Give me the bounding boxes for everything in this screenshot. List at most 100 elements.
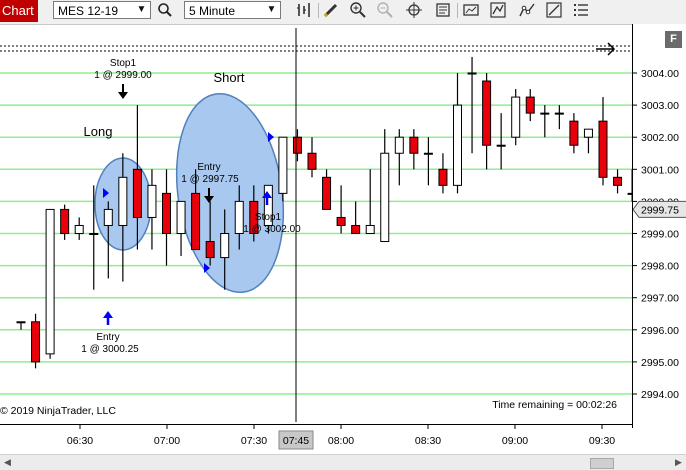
short-label: Short [213,70,244,85]
f-button[interactable]: F [665,31,682,48]
candle [613,169,623,194]
chevron-down-icon: ▼ [266,4,277,15]
price-plot-area[interactable]: Long Short Stop1 1 @ 2999.00 Entry 1 @ 3… [0,28,681,422]
candle-body [234,200,244,234]
candle [336,185,346,234]
properties-icon[interactable] [434,1,452,19]
search-icon[interactable] [156,1,174,19]
candle-body [60,208,70,235]
scroll-to-end-arrow-icon[interactable] [596,42,616,56]
short-entry-text: 1 @ 2997.75 [181,174,239,185]
strategies-icon[interactable] [462,1,480,19]
indicators-icon[interactable] [489,1,507,19]
x-tick-label: 08:30 [415,435,441,447]
candle-body [409,136,419,154]
candle [322,169,332,210]
long-stop-text: 1 @ 2999.00 [94,70,152,81]
long-entry-text: 1 @ 3000.25 [81,344,139,355]
candle-body [220,233,230,259]
candle-body [511,96,521,138]
candle [525,89,535,122]
candle [511,89,521,146]
y-tick-label: 2994.00 [641,389,679,401]
candle-body [31,321,41,363]
y-tick-label: 2995.00 [641,357,679,369]
current-price-label: 2999.75 [641,204,679,216]
interval-value: 5 Minute [189,4,236,18]
candle-body [380,152,390,243]
candle-body [423,152,433,155]
candle-body [598,120,608,178]
candle [423,137,433,186]
candle-body [394,136,404,154]
candle-body [453,104,462,186]
candle [176,200,186,256]
candle [540,105,550,138]
candle [292,129,302,162]
candle [45,208,55,359]
x-tick-label: 07:00 [154,435,180,447]
tools-icon[interactable] [518,1,536,19]
x-tick-label: 08:00 [328,435,354,447]
candle [278,136,288,202]
candle-body [132,168,142,218]
candlestick-chart: Long Short Stop1 1 @ 2999.00 Entry 1 @ 3… [0,28,681,422]
candle [583,128,593,154]
candle-body [438,168,448,186]
candle-body [292,136,302,154]
candle [74,217,84,240]
candle-body [365,224,375,235]
y-tick-label: 3004.00 [641,68,679,80]
candle-body [583,128,593,138]
candle-body [147,184,157,218]
candle-body [467,72,477,75]
price-axis-svg: 3004.003003.003002.003001.003000.002999.… [632,68,686,401]
pencil-icon[interactable] [322,1,340,19]
scroll-left-icon[interactable]: ◀ [0,455,15,470]
candle-body [336,216,346,226]
candle-body [191,192,201,251]
horizontal-scrollbar[interactable]: ◀ ▶ [0,454,686,470]
crosshair-icon[interactable] [405,1,423,19]
candle [409,129,419,170]
y-tick-label: 2997.00 [641,293,679,305]
interval-selector[interactable]: 5 Minute ▼ [184,1,281,19]
candle-body [45,208,55,355]
scrollbar-thumb[interactable] [590,458,614,469]
long-stop-title: Stop1 [110,58,137,69]
y-tick-label: 3003.00 [641,100,679,112]
zoom-in-icon[interactable] [349,1,367,19]
candle [31,313,41,369]
price-axis[interactable]: 3004.003003.003002.003001.003000.002999.… [632,24,686,428]
candle [307,137,317,178]
bar-type-icon[interactable] [295,1,313,19]
candle [147,169,157,250]
list-icon[interactable] [572,1,590,19]
instrument-selector[interactable]: MES 12-19 ▼ [53,1,151,19]
short-fill-marker-icon [268,132,274,142]
candle [482,73,492,170]
candle-body [307,152,317,170]
chevron-down-icon: ▼ [136,4,147,15]
long-entry-title: Entry [96,332,119,343]
drawing-tools-icon[interactable] [545,1,563,19]
x-tick-label: 07:30 [241,435,267,447]
candle-body [525,96,535,114]
candle [438,153,448,194]
candle [569,113,579,154]
candle [394,129,404,186]
candle-body [89,233,99,235]
zoom-out-icon [376,1,394,19]
copyright-text: © 2019 NinjaTrader, LLC [0,405,116,417]
candle-body [162,192,171,234]
scroll-right-icon[interactable]: ▶ [671,455,686,470]
candle-body [554,112,564,115]
candle-body [16,321,26,324]
candle [598,97,608,186]
long-entry-up-arrow-icon [103,311,113,325]
chart-window-tab[interactable]: Chart [0,0,38,22]
time-axis[interactable]: 06:30 07:00 07:30 07:45 08:00 08:30 09:00 09:30 [0,424,632,455]
candle-body [205,241,215,259]
candle-body [540,112,550,115]
time-axis-svg: 06:30 07:00 07:30 07:45 08:00 08:30 09:00 09:30 [67,425,615,450]
